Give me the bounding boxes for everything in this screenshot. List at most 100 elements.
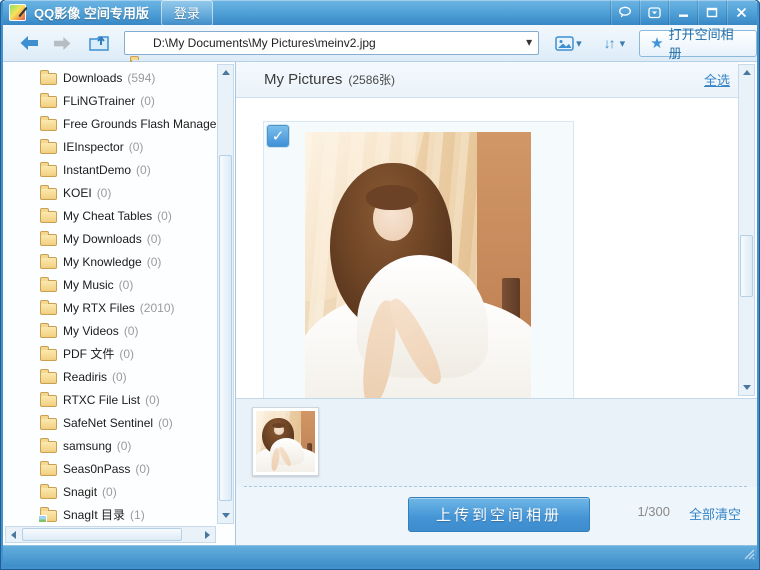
- folder-tree-item[interactable]: My Downloads (0): [3, 227, 217, 250]
- feedback-bubble-icon[interactable]: [610, 0, 639, 25]
- folder-icon: [40, 280, 57, 292]
- folder-count: (0): [140, 94, 155, 108]
- scroll-left-icon[interactable]: [6, 527, 21, 542]
- upload-panel: 上传到空间相册 1/300 全部清空: [236, 398, 757, 545]
- folder-tree-item[interactable]: My RTX Files (2010): [3, 296, 217, 319]
- folder-tree-item[interactable]: FLiNGTrainer (0): [3, 89, 217, 112]
- photo-thumbnail[interactable]: [305, 132, 531, 398]
- folder-tree-item[interactable]: Snagit (0): [3, 480, 217, 503]
- folder-icon: [40, 165, 57, 177]
- folder-icon: [40, 510, 57, 522]
- folder-count: (0): [117, 439, 132, 453]
- folder-icon: [40, 119, 57, 131]
- folder-tree-item[interactable]: My Music (0): [3, 273, 217, 296]
- scroll-down-icon[interactable]: [739, 380, 754, 395]
- login-button[interactable]: 登录: [161, 0, 213, 26]
- main-panel: My Pictures (2586张) 全选: [236, 62, 757, 545]
- select-all-link[interactable]: 全选: [704, 70, 730, 89]
- folder-tree-item[interactable]: Seas0nPass (0): [3, 457, 217, 480]
- back-button[interactable]: [19, 35, 40, 51]
- folder-tree-item[interactable]: IEInspector (0): [3, 135, 217, 158]
- folder-tree-item[interactable]: RTXC File List (0): [3, 388, 217, 411]
- folder-name: My Knowledge: [63, 255, 142, 269]
- folder-name: FLiNGTrainer: [63, 94, 135, 108]
- address-input[interactable]: [124, 31, 539, 55]
- scroll-down-icon[interactable]: [218, 508, 233, 523]
- folder-tree-item[interactable]: SafeNet Sentinel (0): [3, 411, 217, 434]
- folder-icon: [40, 257, 57, 269]
- folder-count: (0): [102, 485, 117, 499]
- folder-name: RTXC File List: [63, 393, 140, 407]
- photo-card[interactable]: ✓: [263, 121, 574, 398]
- folder-tree-item[interactable]: InstantDemo (0): [3, 158, 217, 181]
- content-vertical-scrollbar[interactable]: [738, 64, 755, 396]
- folder-count: (0): [147, 255, 162, 269]
- status-bar: [3, 545, 757, 567]
- skin-menu-icon[interactable]: [639, 0, 668, 25]
- selected-photo-thumb[interactable]: [252, 407, 319, 476]
- folder-icon: [40, 73, 57, 85]
- sort-icon[interactable]: ↓↑: [604, 35, 614, 51]
- folder-icon: [40, 142, 57, 154]
- folder-name: My Videos: [63, 324, 119, 338]
- close-button[interactable]: [726, 0, 755, 25]
- clear-all-link[interactable]: 全部清空: [689, 504, 741, 523]
- sidebar-horizontal-scrollbar[interactable]: [5, 526, 216, 543]
- album-title: My Pictures: [264, 71, 342, 88]
- folder-count: (0): [158, 416, 173, 430]
- folder-tree-item[interactable]: Readiris (0): [3, 365, 217, 388]
- folder-icon: [40, 188, 57, 200]
- minimize-button[interactable]: [668, 0, 697, 25]
- scroll-up-icon[interactable]: [218, 65, 233, 80]
- app-logo-icon: [9, 4, 26, 21]
- folder-name: My Music: [63, 278, 114, 292]
- folder-count: (0): [119, 347, 134, 361]
- folder-sidebar: Downloads (594) FLiNGTrainer (0) Free Gr…: [3, 62, 236, 545]
- open-folder-icon[interactable]: [88, 33, 112, 53]
- folder-tree-item[interactable]: SnagIt 目录 (1): [3, 503, 217, 526]
- folder-tree-item[interactable]: samsung (0): [3, 434, 217, 457]
- address-dropdown-icon[interactable]: ▾: [526, 35, 532, 49]
- photo-checkbox[interactable]: ✓: [267, 125, 289, 147]
- forward-button[interactable]: [52, 36, 72, 51]
- folder-name: Seas0nPass: [63, 462, 130, 476]
- folder-name: samsung: [63, 439, 112, 453]
- scroll-right-icon[interactable]: [200, 527, 215, 542]
- view-mode-caret-icon[interactable]: ▾: [576, 37, 582, 50]
- sidebar-hscroll-thumb[interactable]: [22, 528, 182, 541]
- folder-tree-item[interactable]: My Knowledge (0): [3, 250, 217, 273]
- content-scroll-thumb[interactable]: [740, 235, 753, 297]
- upload-to-album-button[interactable]: 上传到空间相册: [408, 497, 590, 532]
- folder-icon: [40, 96, 57, 108]
- folder-tree-item[interactable]: KOEI (0): [3, 181, 217, 204]
- folder-name: KOEI: [63, 186, 92, 200]
- view-mode-icon[interactable]: [555, 36, 574, 51]
- folder-name: My Cheat Tables: [63, 209, 152, 223]
- photo-bangs: [366, 185, 418, 210]
- folder-name: PDF 文件: [63, 345, 114, 362]
- toolbar: ▾ ▾ ↓↑ ▾ ★ 打开空间相册: [3, 25, 757, 62]
- sort-caret-icon[interactable]: ▾: [620, 37, 626, 50]
- folder-image-overlay-icon: [38, 515, 47, 523]
- resize-grip[interactable]: [743, 547, 755, 565]
- open-space-album-button[interactable]: ★ 打开空间相册: [639, 30, 757, 57]
- app-window: QQ影像 空间专用版 登录: [0, 0, 760, 570]
- folder-tree-item[interactable]: Free Grounds Flash Manager 3.1: [3, 112, 217, 135]
- folder-name: My Downloads: [63, 232, 142, 246]
- sidebar-scroll-thumb[interactable]: [219, 155, 232, 501]
- scroll-up-icon[interactable]: [739, 65, 754, 80]
- folder-tree-item[interactable]: PDF 文件 (0): [3, 342, 217, 365]
- folder-name: Free Grounds Flash Manager 3.1: [63, 117, 217, 131]
- star-icon: ★: [650, 36, 663, 51]
- folder-tree-item[interactable]: My Videos (0): [3, 319, 217, 342]
- album-header: My Pictures (2586张) 全选: [236, 62, 738, 98]
- window-title: QQ影像 空间专用版: [34, 3, 149, 22]
- photo-grid: ✓: [236, 98, 738, 398]
- folder-count: (0): [157, 209, 172, 223]
- folder-icon: [40, 303, 57, 315]
- maximize-button[interactable]: [697, 0, 726, 25]
- folder-tree-item[interactable]: Downloads (594): [3, 66, 217, 89]
- folder-count: (0): [97, 186, 112, 200]
- folder-tree-item[interactable]: My Cheat Tables (0): [3, 204, 217, 227]
- sidebar-vertical-scrollbar[interactable]: [217, 64, 234, 524]
